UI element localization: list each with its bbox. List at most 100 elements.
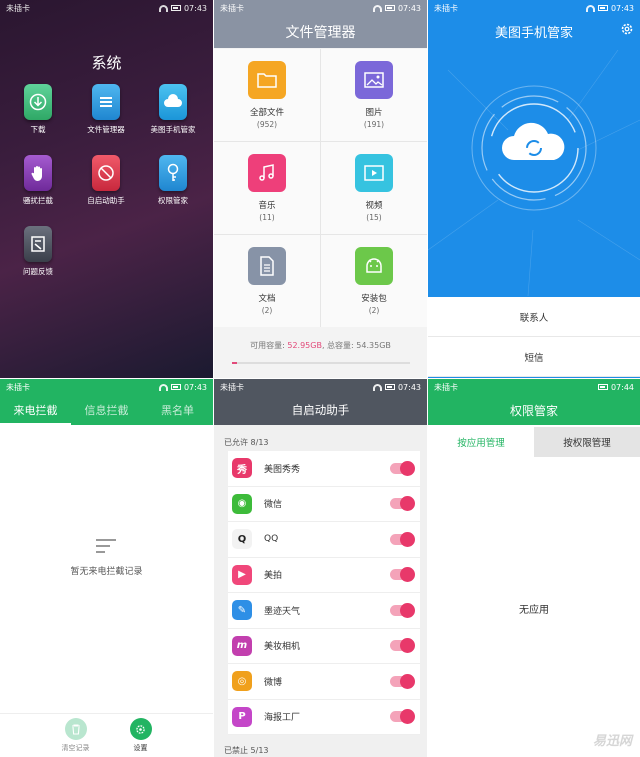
tab-by-app[interactable]: 按应用管理	[428, 427, 534, 457]
autostart-app-list: 秀 美图秀秀 ◉ 微信 Q QQ ▶ 美拍 ✎ 墨迹天气 m 美妆相机 ◎ 微博…	[228, 451, 420, 735]
autostart-toggle[interactable]	[390, 496, 415, 512]
app-name: QQ	[264, 534, 279, 545]
watermark: 易迅网	[592, 734, 632, 749]
menu-sms[interactable]: 短信	[428, 337, 640, 377]
empty-list-icon	[96, 539, 116, 557]
app-harassment-block[interactable]: 骚扰拦截	[11, 155, 65, 206]
storage-info: 可用容量: 52.95GB, 总容量: 54.35GB	[214, 340, 427, 351]
app-name: 墨迹天气	[264, 606, 301, 617]
battery-icon	[597, 5, 608, 11]
battery-icon	[170, 5, 181, 11]
app-permission-manager[interactable]: 权限管家	[146, 155, 200, 206]
download-icon	[24, 84, 52, 120]
app-label: 文件管理器	[87, 125, 125, 134]
carrier-label: 未插卡	[220, 382, 244, 392]
autostart-toggle[interactable]	[390, 673, 415, 689]
app-name: 微博	[264, 677, 283, 688]
settings-button[interactable]: 设置	[129, 714, 152, 757]
file-manager-screen: 未插卡 07:43 文件管理器 全部文件 (952) 图片 (191) 音乐 (…	[214, 0, 427, 378]
wifi-icon	[585, 4, 595, 12]
phone-manager-icon	[159, 84, 187, 120]
autostart-toggle[interactable]	[390, 602, 415, 618]
tab-by-permission[interactable]: 按权限管理	[534, 427, 640, 457]
tab-sms-block[interactable]: 信息拦截	[71, 395, 142, 425]
autostart-toggle[interactable]	[390, 709, 415, 725]
status-bar: 未插卡 07:43	[214, 0, 427, 16]
status-bar: 未插卡 07:43	[214, 379, 427, 395]
carrier-label: 未插卡	[6, 3, 30, 13]
category-images[interactable]: 图片 (191)	[321, 49, 427, 141]
gear-icon[interactable]	[620, 22, 634, 36]
battery-icon	[384, 5, 395, 11]
app-file-manager[interactable]: 文件管理器	[79, 84, 133, 135]
category-name: 视频	[365, 201, 383, 211]
list-item: ✎ 墨迹天气	[228, 593, 420, 629]
category-name: 全部文件	[249, 108, 284, 118]
file-manager-icon	[92, 84, 120, 120]
autostart-toggle[interactable]	[390, 567, 415, 583]
clear-records-button[interactable]: 清空记录	[62, 714, 90, 757]
category-all-files[interactable]: 全部文件 (952)	[214, 49, 320, 141]
android-icon	[355, 247, 393, 285]
autostart-toggle[interactable]	[390, 638, 415, 654]
tab-call-block[interactable]: 来电拦截	[0, 395, 71, 425]
status-time: 07:43	[397, 382, 421, 392]
autostart-toggle[interactable]	[390, 460, 415, 476]
beauty-camera-icon: m	[232, 635, 252, 656]
app-phone-manager[interactable]: 美图手机管家	[146, 84, 200, 135]
app-name: 美拍	[264, 571, 283, 582]
bottom-actions: 清空记录 设置	[0, 713, 213, 757]
app-download[interactable]: 下载	[11, 84, 65, 135]
feedback-icon	[24, 226, 52, 262]
category-documents[interactable]: 文档 (2)	[214, 235, 320, 327]
category-apk[interactable]: 安装包 (2)	[321, 235, 427, 327]
app-label: 问题反馈	[23, 267, 53, 276]
battery-icon	[384, 384, 395, 390]
wifi-icon	[372, 4, 382, 12]
app-label: 骚扰拦截	[23, 196, 53, 205]
call-block-screen: 未插卡 07:43 来电拦截 信息拦截 黑名单 暂无来电拦截记录 清空记录 设置	[0, 379, 213, 757]
autostart-icon	[92, 155, 120, 191]
empty-state-text: 无应用	[519, 605, 549, 616]
weibo-icon: ◎	[232, 671, 252, 692]
app-name: 微信	[264, 500, 283, 511]
qq-icon: Q	[232, 529, 252, 550]
category-count: (15)	[366, 213, 382, 222]
document-icon	[248, 247, 286, 285]
carrier-label: 未插卡	[220, 3, 244, 13]
category-video[interactable]: 视频 (15)	[321, 142, 427, 234]
status-bar: 未插卡 07:43	[428, 0, 640, 16]
status-time: 07:43	[183, 3, 207, 13]
app-label: 自启动助手	[87, 196, 125, 205]
available-value: 52.95GB	[287, 341, 322, 350]
list-item: 秀 美图秀秀	[228, 451, 420, 487]
app-feedback[interactable]: 问题反馈	[11, 226, 65, 277]
carrier-label: 未插卡	[434, 382, 458, 392]
music-icon	[248, 154, 286, 192]
poster-factory-icon: P	[232, 706, 252, 727]
carrier-label: 未插卡	[434, 3, 458, 13]
allowed-section-label: 已允许 8/13	[224, 438, 269, 447]
page-title: 文件管理器	[214, 16, 427, 48]
category-count: (2)	[261, 306, 273, 315]
category-name: 文档	[258, 294, 276, 304]
category-count: (952)	[256, 120, 278, 129]
category-name: 音乐	[258, 201, 276, 211]
cloud-sync-graphic	[428, 50, 640, 296]
status-time: 07:44	[610, 382, 634, 392]
battery-icon	[170, 384, 181, 390]
app-autostart[interactable]: 自启动助手	[79, 155, 133, 206]
status-bar: 未插卡 07:44	[428, 379, 640, 395]
list-item: P 海报工厂	[228, 700, 420, 735]
storage-progress-bar	[232, 362, 410, 364]
app-name: 海报工厂	[264, 713, 301, 724]
menu-contacts[interactable]: 联系人	[428, 297, 640, 337]
category-music[interactable]: 音乐 (11)	[214, 142, 320, 234]
status-time: 07:43	[610, 3, 634, 13]
meipai-icon: ▶	[232, 564, 252, 585]
meitu-xiuxiu-icon: 秀	[232, 458, 252, 479]
wifi-icon	[372, 383, 382, 391]
app-label: 美图手机管家	[150, 125, 196, 134]
autostart-toggle[interactable]	[390, 531, 415, 547]
tab-blacklist[interactable]: 黑名单	[142, 395, 213, 425]
